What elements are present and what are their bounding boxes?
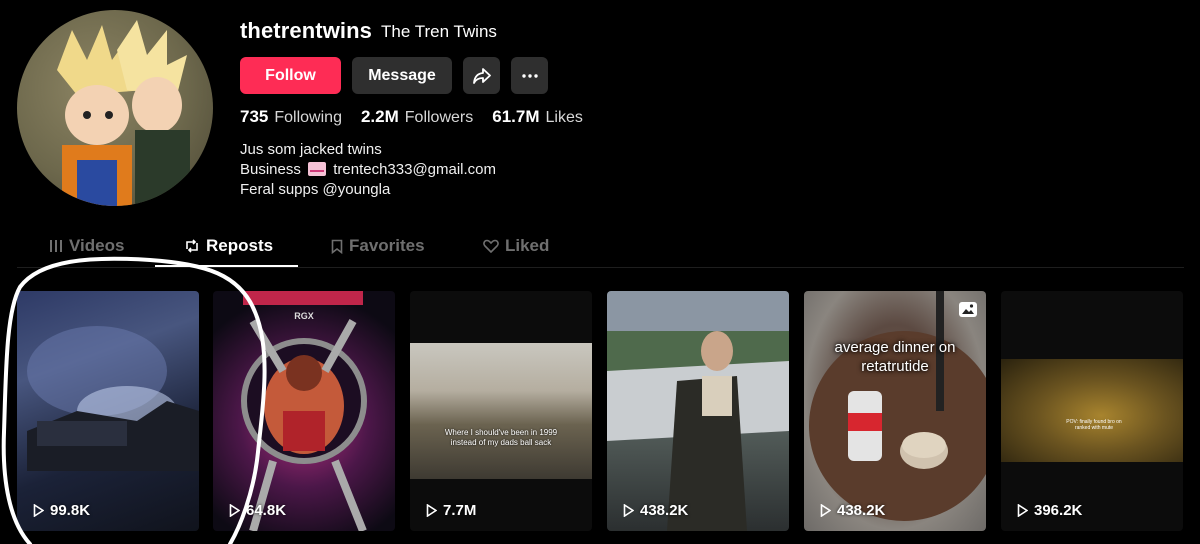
profile-bio: Jus som jacked twins Business trentech33… xyxy=(240,140,496,200)
video-card[interactable]: Where I should've been in 1999 instead o… xyxy=(410,291,592,531)
play-icon xyxy=(820,504,831,517)
stat-label: Followers xyxy=(404,109,474,126)
tab-label: Reposts xyxy=(206,236,274,255)
share-button[interactable] xyxy=(463,57,500,94)
envelope-icon xyxy=(308,162,327,176)
bio-line: Jus som jacked twins xyxy=(240,141,382,158)
bio-business-label: Business xyxy=(240,161,301,178)
video-thumbnail xyxy=(27,326,199,471)
follow-button[interactable]: Follow xyxy=(240,57,341,94)
stat-following[interactable]: 735 Following xyxy=(240,107,342,127)
username: thetrentwins xyxy=(240,18,372,43)
tab-label: Liked xyxy=(505,236,550,255)
tab-label: Videos xyxy=(69,236,125,255)
video-card[interactable]: POV: finally found bro on ranked with mu… xyxy=(1001,291,1183,531)
video-card[interactable]: RGX 64.8K xyxy=(213,291,395,531)
more-options-button[interactable] xyxy=(511,57,548,94)
view-count: 7.7M xyxy=(426,502,476,519)
view-count: 99.8K xyxy=(33,502,90,519)
video-card[interactable]: 99.8K xyxy=(17,291,199,531)
view-count-text: 99.8K xyxy=(50,502,91,519)
play-icon xyxy=(426,504,437,517)
view-count-text: 396.2K xyxy=(1034,502,1083,519)
video-thumbnail xyxy=(809,291,986,521)
thumbnail-text: RGX xyxy=(294,311,314,321)
grid-lines-icon xyxy=(50,240,62,252)
view-count-text: 64.8K xyxy=(246,502,287,519)
divider xyxy=(17,267,1184,268)
play-icon xyxy=(33,504,44,517)
video-thumbnail xyxy=(1001,359,1183,462)
play-icon xyxy=(623,504,634,517)
stat-likes: 61.7M Likes xyxy=(492,107,583,127)
thumbnail-caption: Where I should've been in 1999 instead o… xyxy=(444,428,558,447)
video-card[interactable]: 438.2K xyxy=(607,291,789,531)
view-count: 438.2K xyxy=(623,502,688,519)
message-button[interactable]: Message xyxy=(352,57,452,94)
thumbnail-caption: POV: finally found bro on ranked with mu… xyxy=(1066,419,1122,431)
view-count: 396.2K xyxy=(1017,502,1082,519)
ellipsis-icon xyxy=(521,73,538,78)
video-thumbnail xyxy=(241,291,367,531)
thumbnail-caption: average dinner on retatrutide xyxy=(834,339,956,375)
profile-stats: 735 Following 2.2M Followers 61.7M Likes xyxy=(240,107,583,127)
video-thumbnail xyxy=(607,331,789,531)
stat-label: Following xyxy=(274,109,342,126)
stat-label: Likes xyxy=(545,109,583,126)
tab-reposts[interactable]: Reposts xyxy=(184,236,273,256)
profile-avatar[interactable] xyxy=(17,10,213,206)
photo-icon xyxy=(959,302,977,317)
video-thumbnail xyxy=(410,343,592,479)
tab-favorites[interactable]: Favorites xyxy=(331,236,425,256)
view-count-text: 438.2K xyxy=(640,502,689,519)
tab-label: Favorites xyxy=(349,236,425,255)
repost-icon xyxy=(186,239,198,253)
share-icon xyxy=(472,67,491,84)
bio-email: trentech333@gmail.com xyxy=(333,161,497,178)
view-count-text: 438.2K xyxy=(837,502,886,519)
bookmark-icon xyxy=(331,239,343,254)
profile-tabs: Videos Reposts Favorites Liked xyxy=(0,230,1200,268)
display-name: The Tren Twins xyxy=(381,22,497,41)
heart-outline-icon xyxy=(483,239,499,253)
video-card[interactable]: average dinner on retatrutide 438.2K xyxy=(804,291,986,531)
stat-value: 61.7M xyxy=(492,107,540,126)
bio-line: Feral supps @youngla xyxy=(240,181,391,198)
view-count-text: 7.7M xyxy=(443,502,477,519)
play-icon xyxy=(1017,504,1028,517)
stat-followers[interactable]: 2.2M Followers xyxy=(361,107,473,127)
tab-liked[interactable]: Liked xyxy=(483,236,549,256)
stat-value: 735 xyxy=(240,107,269,126)
play-icon xyxy=(229,504,240,517)
tab-videos[interactable]: Videos xyxy=(49,236,124,256)
stat-value: 2.2M xyxy=(360,107,399,126)
view-count: 438.2K xyxy=(820,502,885,519)
bio-line: Business trentech333@gmail.com xyxy=(240,160,496,180)
view-count: 64.8K xyxy=(229,502,286,519)
